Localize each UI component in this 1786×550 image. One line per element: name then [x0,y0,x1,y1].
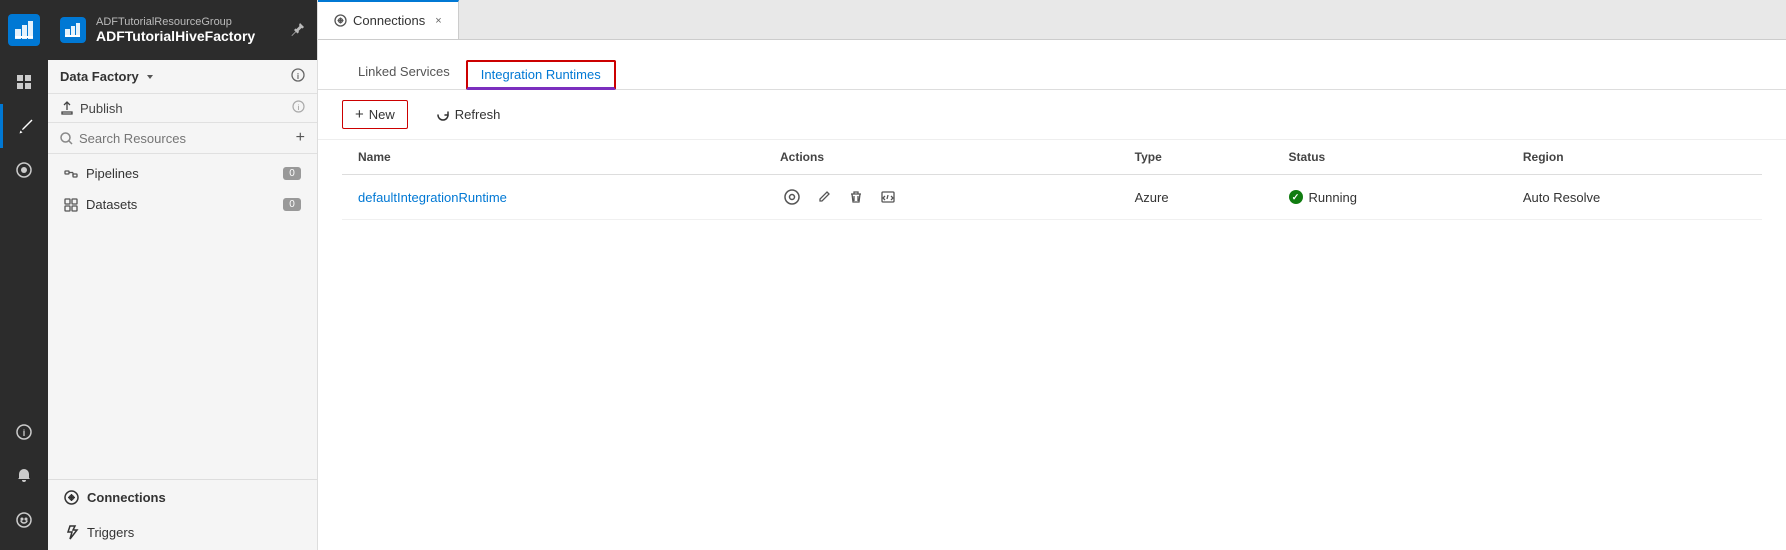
nav-info-icon[interactable]: i [0,410,48,454]
publish-row[interactable]: Publish i [48,94,317,123]
nav-bell-icon[interactable] [0,454,48,498]
sidebar-header-text: ADFTutorialResourceGroup ADFTutorialHive… [96,16,255,44]
nav-smiley-icon[interactable] [0,498,48,542]
tab-integration-runtimes[interactable]: Integration Runtimes [466,60,616,90]
tab-linked-services[interactable]: Linked Services [342,56,466,90]
datasets-icon [64,198,78,212]
connections-tab-icon [334,14,347,27]
tab-bar: Connections × [318,0,1786,40]
new-button[interactable]: + New [342,100,408,129]
action-icons [780,185,1103,209]
triggers-icon [64,525,79,540]
connections-panel: Linked Services Integration Runtimes + N… [318,40,1786,550]
dropdown-arrow-icon [145,72,155,82]
datasets-item-left: Datasets [64,197,137,212]
nav-grid-icon[interactable] [0,60,48,104]
refresh-label: Refresh [455,107,501,122]
svg-text:i: i [298,105,300,112]
runtime-status: Running [1289,190,1491,205]
col-name: Name [342,140,764,175]
col-actions: Actions [764,140,1119,175]
nav-bottom-icons: i [0,410,48,550]
search-icon [60,132,73,145]
integration-runtimes-tab-label: Integration Runtimes [481,67,601,82]
linked-services-tab-label: Linked Services [358,64,450,79]
action-delete-button[interactable] [844,185,868,209]
nav-monitor-icon[interactable] [0,148,48,192]
toolbar: + New Refresh [318,90,1786,140]
table-container: Name Actions Type Status Region defaultI… [318,140,1786,220]
col-region: Region [1507,140,1762,175]
svg-text:i: i [297,72,299,81]
svg-text:i: i [23,428,26,438]
sidebar-item-pipelines[interactable]: Pipelines 0 [48,158,317,189]
action-monitor-button[interactable] [780,185,804,209]
publish-info-icon: i [292,100,305,116]
sidebar-item-triggers[interactable]: Triggers [48,515,317,550]
sidebar-item-datasets[interactable]: Datasets 0 [48,189,317,220]
factory-logo [8,14,40,46]
refresh-icon [436,108,450,122]
resource-group-label: ADFTutorialResourceGroup [96,16,255,28]
search-row: + [48,123,317,154]
plus-icon: + [355,106,364,123]
runtime-type: Azure [1119,175,1273,220]
pipelines-item-left: Pipelines [64,166,139,181]
integration-runtimes-table: Name Actions Type Status Region defaultI… [342,140,1762,220]
nav-edit-icon[interactable] [0,104,48,148]
pipelines-count: 0 [283,167,301,180]
sidebar-header: ADFTutorialResourceGroup ADFTutorialHive… [48,0,317,60]
status-label: Running [1309,190,1357,205]
connections-icon [64,490,79,505]
status-running-dot [1289,190,1303,204]
publish-label: Publish [80,101,123,116]
main-content: Connections × Linked Services Integratio… [318,0,1786,550]
runtime-region: Auto Resolve [1507,175,1762,220]
publish-icon [60,101,74,115]
left-nav-bar: i [0,0,48,550]
add-resource-button[interactable]: + [296,129,305,147]
col-status: Status [1273,140,1507,175]
tab-close-button[interactable]: × [435,15,441,27]
sidebar-section-icons: i [291,68,305,85]
connections-tab[interactable]: Connections × [318,0,459,39]
refresh-button[interactable]: Refresh [424,102,513,127]
sidebar-bottom: Connections Triggers [48,479,317,550]
app-logo-area [0,0,48,60]
triggers-label: Triggers [87,525,134,540]
search-input[interactable] [79,131,290,146]
sub-tab-bar: Linked Services Integration Runtimes [318,40,1786,90]
pipelines-label: Pipelines [86,166,139,181]
sidebar-factory-logo [60,17,86,43]
factory-name-label: ADFTutorialHiveFactory [96,28,255,44]
connections-tab-label: Connections [353,13,425,28]
data-factory-label: Data Factory [60,69,155,84]
data-factory-section: Data Factory i [48,60,317,94]
info-circle-icon[interactable]: i [291,68,305,85]
sidebar-item-connections[interactable]: Connections [48,480,317,515]
sidebar-list: Pipelines 0 Datasets 0 [48,154,317,224]
col-type: Type [1119,140,1273,175]
datasets-label: Datasets [86,197,137,212]
sidebar: ADFTutorialResourceGroup ADFTutorialHive… [48,0,318,550]
action-code-button[interactable] [876,185,900,209]
datasets-count: 0 [283,198,301,211]
action-edit-button[interactable] [812,185,836,209]
pipelines-icon [64,167,78,181]
connections-label: Connections [87,490,166,505]
new-label: New [369,107,395,122]
pin-icon[interactable] [291,22,305,39]
table-row: defaultIntegrationRuntime [342,175,1762,220]
runtime-name-link[interactable]: defaultIntegrationRuntime [358,190,507,205]
